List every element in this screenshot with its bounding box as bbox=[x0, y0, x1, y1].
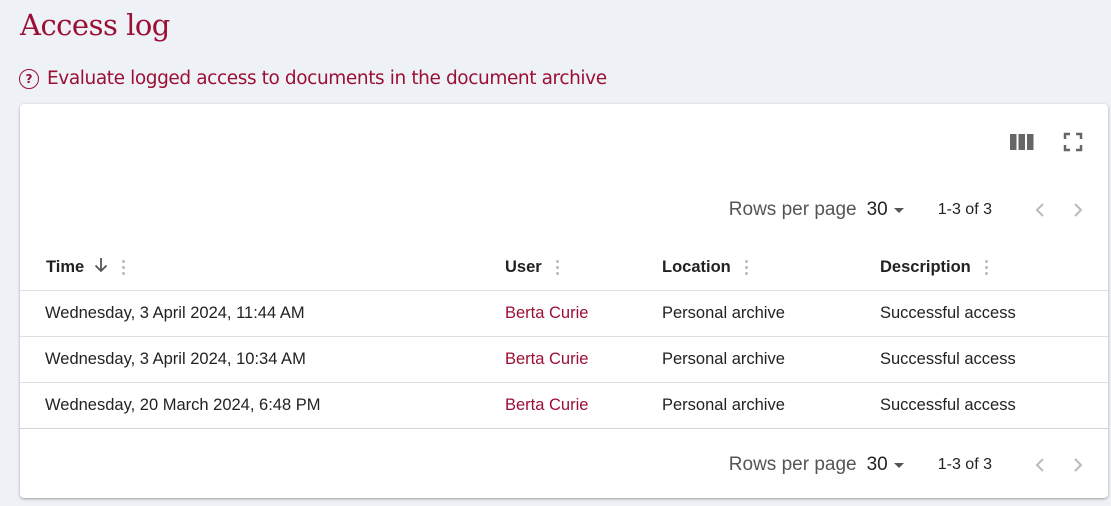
table-row[interactable]: Wednesday, 3 April 2024, 11:44 AM Berta … bbox=[20, 290, 1108, 337]
cell-location: Personal archive bbox=[662, 382, 880, 429]
table-header-row: Time User Location Description bbox=[20, 246, 1108, 291]
cell-description: Successful access bbox=[880, 290, 1108, 337]
arrow-down-icon[interactable] bbox=[94, 257, 108, 278]
access-log-card: Rows per page 30 1-3 of 3 Time User Loca… bbox=[20, 104, 1108, 498]
user-link[interactable]: Berta Curie bbox=[505, 304, 588, 322]
column-menu-icon[interactable] bbox=[984, 260, 988, 276]
pagination-range: 1-3 of 3 bbox=[937, 201, 992, 218]
fullscreen-icon[interactable] bbox=[1061, 130, 1085, 154]
column-label: User bbox=[505, 258, 542, 277]
view-columns-icon[interactable] bbox=[1010, 130, 1034, 154]
pagination-bottom: Rows per page 30 1-3 of 3 bbox=[729, 450, 1108, 480]
next-page-icon[interactable] bbox=[1068, 195, 1088, 225]
cell-time: Wednesday, 20 March 2024, 6:48 PM bbox=[20, 382, 505, 429]
cell-description: Successful access bbox=[880, 382, 1108, 429]
next-page-icon[interactable] bbox=[1068, 450, 1088, 480]
column-header-user[interactable]: User bbox=[505, 246, 662, 291]
cell-description: Successful access bbox=[880, 336, 1108, 383]
column-header-location[interactable]: Location bbox=[662, 246, 880, 291]
rows-per-page-label: Rows per page bbox=[728, 454, 857, 475]
table-row[interactable]: Wednesday, 3 April 2024, 10:34 AM Berta … bbox=[20, 336, 1108, 383]
access-log-table: Time User Location Description Wednesday… bbox=[20, 246, 1108, 429]
cell-time: Wednesday, 3 April 2024, 11:44 AM bbox=[20, 290, 505, 337]
table-footer-divider bbox=[20, 428, 1108, 429]
chevron-down-icon[interactable] bbox=[893, 207, 904, 213]
help-circle-icon[interactable]: ? bbox=[19, 68, 39, 89]
column-menu-icon[interactable] bbox=[555, 260, 559, 276]
pagination-top: Rows per page 30 1-3 of 3 bbox=[729, 195, 1108, 225]
rows-per-page-select[interactable]: 30 bbox=[867, 199, 888, 221]
page-subtitle: ? Evaluate logged access to documents in… bbox=[19, 68, 607, 89]
cell-location: Personal archive bbox=[662, 336, 880, 383]
user-link[interactable]: Berta Curie bbox=[505, 396, 588, 414]
column-label: Description bbox=[880, 258, 971, 277]
column-menu-icon[interactable] bbox=[122, 260, 126, 276]
rows-per-page-select[interactable]: 30 bbox=[867, 454, 888, 476]
cell-location: Personal archive bbox=[662, 290, 880, 337]
subtitle-text: Evaluate logged access to documents in t… bbox=[47, 68, 607, 89]
rows-per-page-label: Rows per page bbox=[728, 199, 857, 220]
chevron-down-icon[interactable] bbox=[893, 462, 904, 468]
previous-page-icon[interactable] bbox=[1030, 195, 1050, 225]
previous-page-icon[interactable] bbox=[1030, 450, 1050, 480]
column-label: Location bbox=[662, 258, 731, 277]
column-menu-icon[interactable] bbox=[744, 260, 748, 276]
cell-time: Wednesday, 3 April 2024, 10:34 AM bbox=[20, 336, 505, 383]
column-label: Time bbox=[46, 258, 85, 277]
page-title: Access log bbox=[20, 8, 170, 42]
user-link[interactable]: Berta Curie bbox=[505, 350, 588, 368]
pagination-range: 1-3 of 3 bbox=[937, 456, 992, 473]
column-header-time[interactable]: Time bbox=[20, 246, 505, 291]
column-header-description[interactable]: Description bbox=[880, 246, 1108, 291]
table-row[interactable]: Wednesday, 20 March 2024, 6:48 PM Berta … bbox=[20, 382, 1108, 429]
